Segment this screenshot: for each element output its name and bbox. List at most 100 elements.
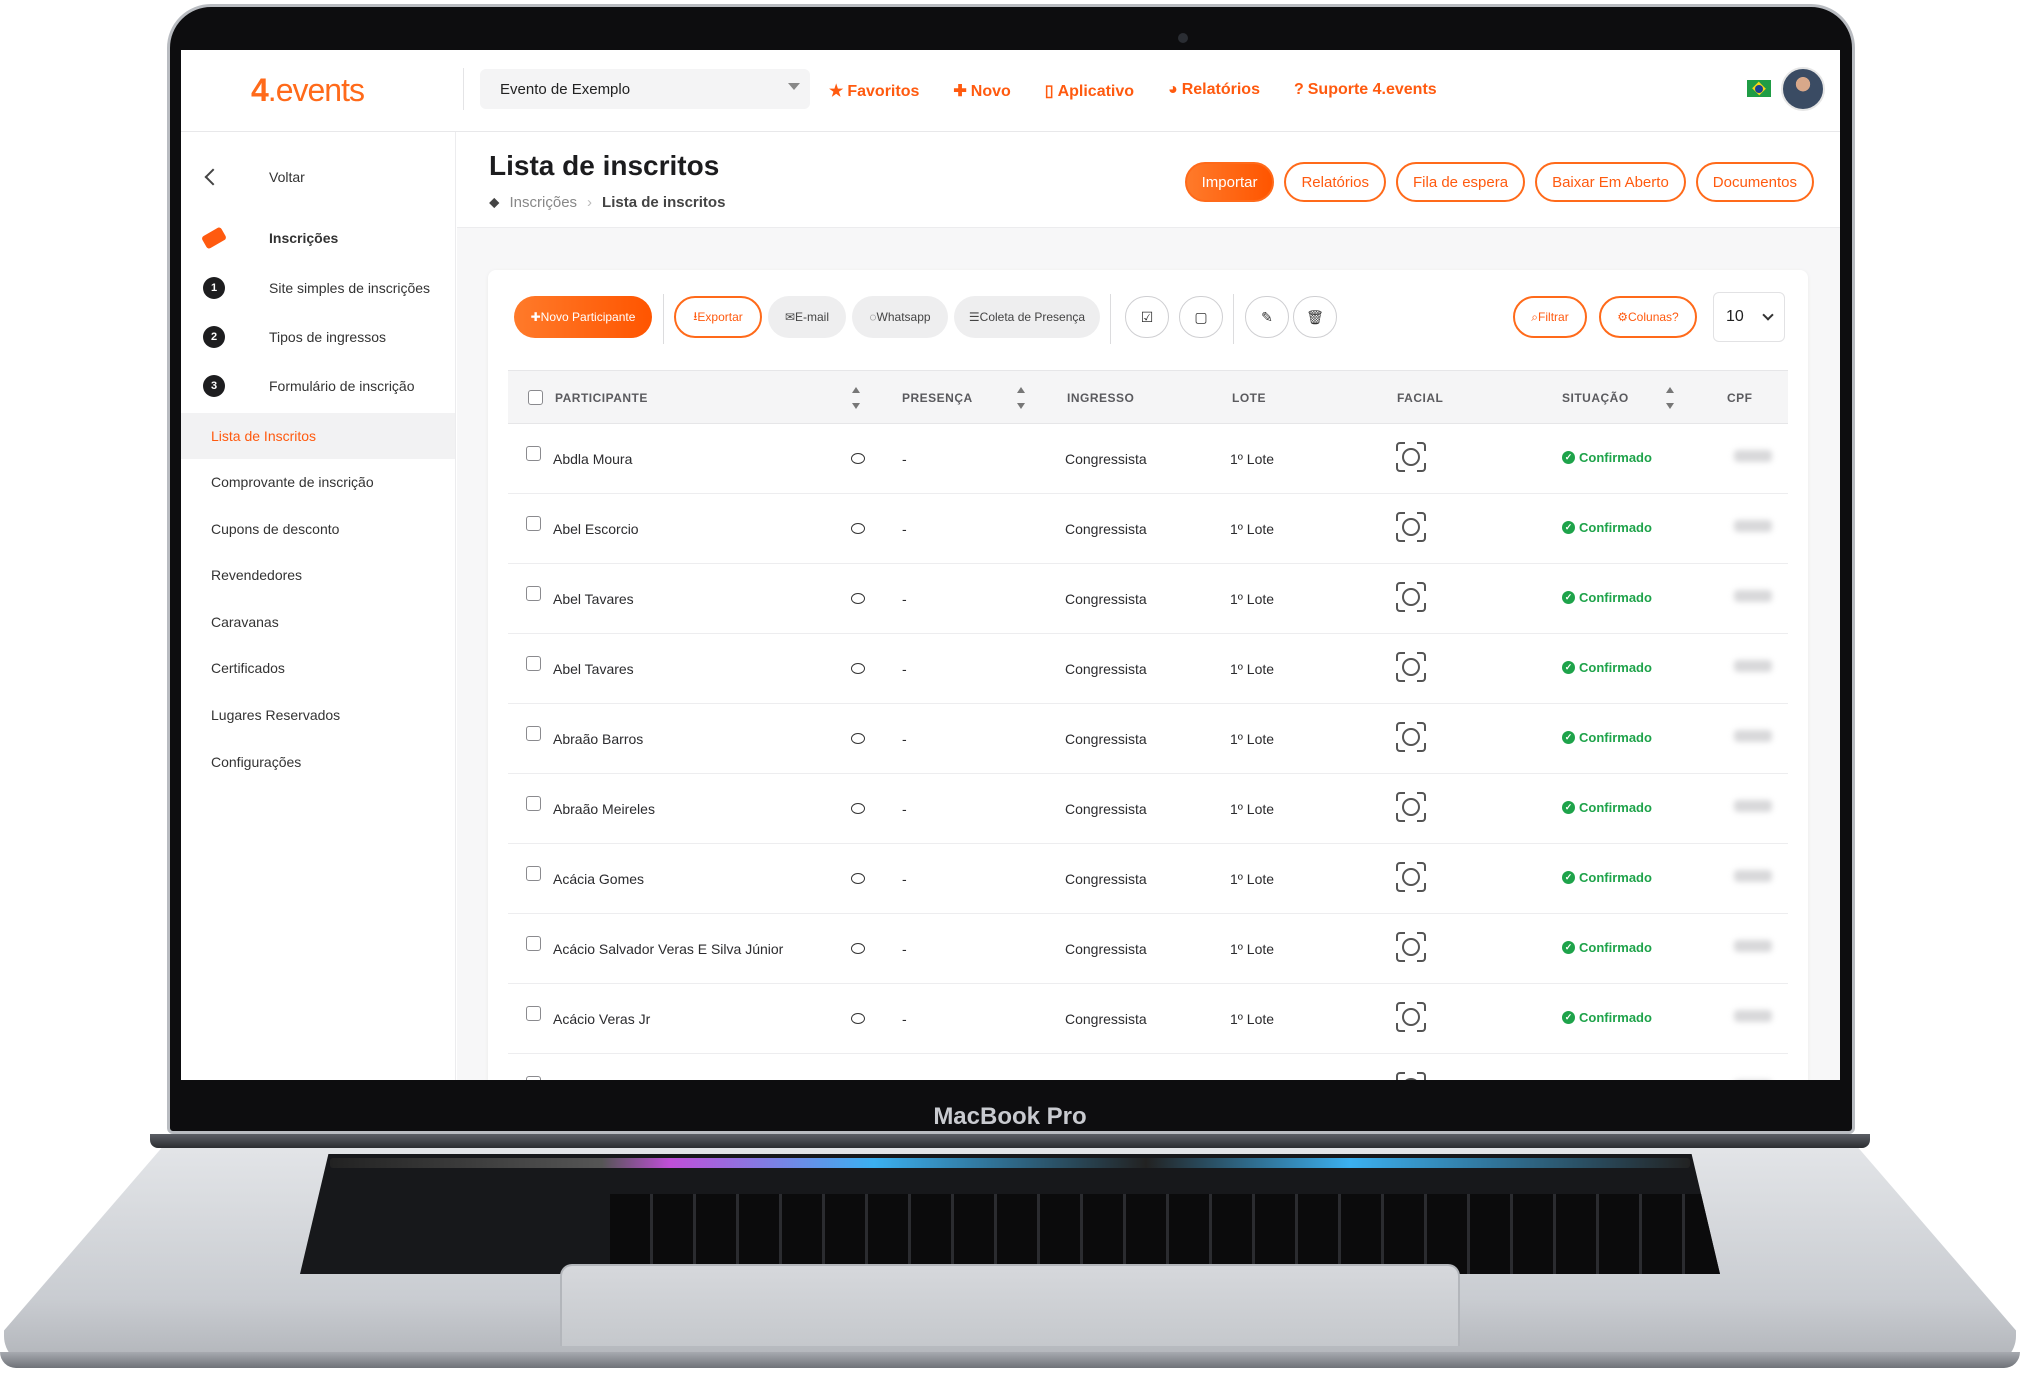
col-presenca[interactable]: PRESENÇA	[902, 391, 973, 405]
face-scan-icon[interactable]	[1396, 862, 1426, 892]
sidebar-back[interactable]: Voltar	[181, 155, 455, 199]
sidebar-step-1[interactable]: 1 Site simples de inscrições	[181, 266, 455, 310]
event-select[interactable]: Evento de Exemplo	[480, 69, 810, 109]
table-row[interactable]: Acilino Pereira Portela Neto-Congressist…	[508, 1054, 1788, 1080]
brazil-flag-icon[interactable]	[1747, 80, 1771, 97]
comment-icon[interactable]	[851, 1013, 865, 1024]
avatar[interactable]	[1781, 67, 1825, 111]
participant-name[interactable]: Acácio Veras Jr	[553, 1011, 650, 1027]
comment-icon[interactable]	[851, 453, 865, 464]
sidebar-item-caravanas[interactable]: Caravanas	[181, 600, 455, 644]
table-row[interactable]: Abraão Barros - Congressista 1º Lote ✓ Confir…	[508, 704, 1788, 774]
face-scan-icon[interactable]	[1396, 582, 1426, 612]
face-scan-icon[interactable]	[1396, 652, 1426, 682]
table-row[interactable]: Acácio Salvador Veras E Silva Júnior - Con…	[508, 914, 1788, 984]
cpf-redacted	[1734, 450, 1772, 462]
documents-button[interactable]: Documentos	[1695, 162, 1814, 202]
participant-name[interactable]: Acácia Gomes	[553, 871, 644, 887]
table-row[interactable]: Abdla Moura - Congressista 1º Lote ✓ Confirma…	[508, 424, 1788, 494]
check-circle-icon: ✓	[1562, 1011, 1575, 1024]
sidebar-item-certificados[interactable]: Certificados	[181, 646, 455, 690]
columns-button[interactable]: ⚙ Colunas?	[1599, 296, 1697, 338]
participant-name[interactable]: Abel Escorcio	[553, 521, 639, 537]
nav-support[interactable]: ? Suporte 4.events	[1294, 81, 1437, 101]
table-row[interactable]: Abraão Meireles - Congressista 1º Lote ✓ Conf…	[508, 774, 1788, 844]
lot-value: 1º Lote	[1230, 661, 1275, 677]
sidebar-item-cupons[interactable]: Cupons de desconto	[181, 507, 455, 551]
comment-icon[interactable]	[851, 663, 865, 674]
reports-button[interactable]: Relatórios	[1284, 162, 1386, 202]
sidebar-section-inscricoes[interactable]: Inscrições	[181, 216, 455, 260]
import-button[interactable]: Importar	[1184, 162, 1275, 202]
participant-name[interactable]: Abel Tavares	[553, 591, 634, 607]
waitlist-button[interactable]: Fila de espera	[1396, 162, 1526, 202]
nav-favorites[interactable]: ★ Favoritos	[829, 81, 919, 101]
participant-name[interactable]: Abraão Meireles	[553, 801, 655, 817]
page-header: Lista de inscritos ⬥ Inscrições › Lista …	[457, 132, 1840, 228]
face-scan-icon[interactable]	[1396, 1002, 1426, 1032]
table-row[interactable]: Abel Tavares - Congressista 1º Lote ✓ Confirm…	[508, 564, 1788, 634]
edit-button[interactable]: ✎	[1245, 296, 1289, 338]
row-checkbox[interactable]	[526, 516, 541, 531]
sort-icon[interactable]	[852, 387, 860, 409]
col-participante[interactable]: PARTICIPANTE	[555, 391, 648, 405]
delete-button[interactable]: 🗑	[1293, 296, 1337, 338]
row-checkbox[interactable]	[526, 446, 541, 461]
page-size-select[interactable]: 10	[1713, 292, 1785, 342]
email-button[interactable]: ✉ E-mail	[768, 296, 846, 338]
row-checkbox[interactable]	[526, 866, 541, 881]
row-checkbox[interactable]	[526, 726, 541, 741]
nav-reports[interactable]: ◕ Relatórios	[1168, 81, 1260, 101]
logo[interactable]: 4.events	[251, 72, 365, 109]
face-scan-icon[interactable]	[1396, 442, 1426, 472]
face-scan-icon[interactable]	[1396, 932, 1426, 962]
nav-app[interactable]: ▯ Aplicativo	[1045, 81, 1134, 101]
row-checkbox[interactable]	[526, 1006, 541, 1021]
table-row[interactable]: Abel Tavares - Congressista 1º Lote ✓ Confirm…	[508, 634, 1788, 704]
sidebar-item-lista-de-inscritos[interactable]: Lista de Inscritos	[181, 413, 455, 459]
check-all-button[interactable]: ☑	[1125, 296, 1169, 338]
attendance-button[interactable]: ☰ Coleta de Presença	[954, 296, 1100, 338]
participant-name[interactable]: Abraão Barros	[553, 731, 643, 747]
comment-icon[interactable]	[851, 803, 865, 814]
face-scan-icon[interactable]	[1396, 792, 1426, 822]
table-row[interactable]: Abel Escorcio - Congressista 1º Lote ✓ Confir…	[508, 494, 1788, 564]
table-row[interactable]: Acácio Veras Jr - Congressista 1º Lote ✓ Conf…	[508, 984, 1788, 1054]
row-checkbox[interactable]	[526, 796, 541, 811]
row-checkbox[interactable]	[526, 656, 541, 671]
sidebar-item-comprovante[interactable]: Comprovante de inscrição	[181, 460, 455, 504]
export-button[interactable]: ⭳ Exportar	[674, 296, 762, 338]
face-scan-icon[interactable]	[1396, 512, 1426, 542]
sort-icon[interactable]	[1017, 387, 1025, 409]
whatsapp-button[interactable]: ◌ Whatsapp	[852, 296, 948, 338]
participant-name[interactable]: Abdla Moura	[553, 451, 632, 467]
select-all-checkbox[interactable]	[528, 390, 543, 405]
row-checkbox[interactable]	[526, 1076, 541, 1080]
sidebar-item-revendedores[interactable]: Revendedores	[181, 553, 455, 597]
comment-icon[interactable]	[851, 523, 865, 534]
row-checkbox[interactable]	[526, 936, 541, 951]
new-participant-button[interactable]: ✚ Novo Participante	[514, 296, 652, 338]
cpf-redacted	[1734, 520, 1772, 532]
breadcrumb-root[interactable]: Inscrições	[510, 194, 578, 211]
row-checkbox[interactable]	[526, 586, 541, 601]
col-situacao[interactable]: SITUAÇÃO	[1562, 391, 1629, 405]
sort-icon[interactable]	[1666, 387, 1674, 409]
sidebar-step-3[interactable]: 3 Formulário de inscrição	[181, 364, 455, 408]
filter-button[interactable]: ⌕ Filtrar	[1513, 296, 1587, 338]
comment-icon[interactable]	[851, 733, 865, 744]
comment-icon[interactable]	[851, 593, 865, 604]
comment-icon[interactable]	[851, 943, 865, 954]
table-row[interactable]: Acácia Gomes - Congressista 1º Lote ✓ Confirm…	[508, 844, 1788, 914]
participant-name[interactable]: Abel Tavares	[553, 661, 634, 677]
sidebar-item-lugares-reservados[interactable]: Lugares Reservados	[181, 693, 455, 737]
sidebar-item-configuracoes[interactable]: Configurações	[181, 740, 455, 784]
participant-name[interactable]: Acácio Salvador Veras E Silva Júnior	[553, 941, 783, 957]
sidebar-step-2[interactable]: 2 Tipos de ingressos	[181, 315, 455, 359]
nav-new[interactable]: ✚ Novo	[953, 81, 1010, 101]
comment-icon[interactable]	[851, 873, 865, 884]
download-open-button[interactable]: Baixar Em Aberto	[1535, 162, 1686, 202]
uncheck-all-button[interactable]: ▢	[1179, 296, 1223, 338]
face-scan-icon[interactable]	[1396, 722, 1426, 752]
face-scan-icon[interactable]	[1396, 1072, 1426, 1080]
